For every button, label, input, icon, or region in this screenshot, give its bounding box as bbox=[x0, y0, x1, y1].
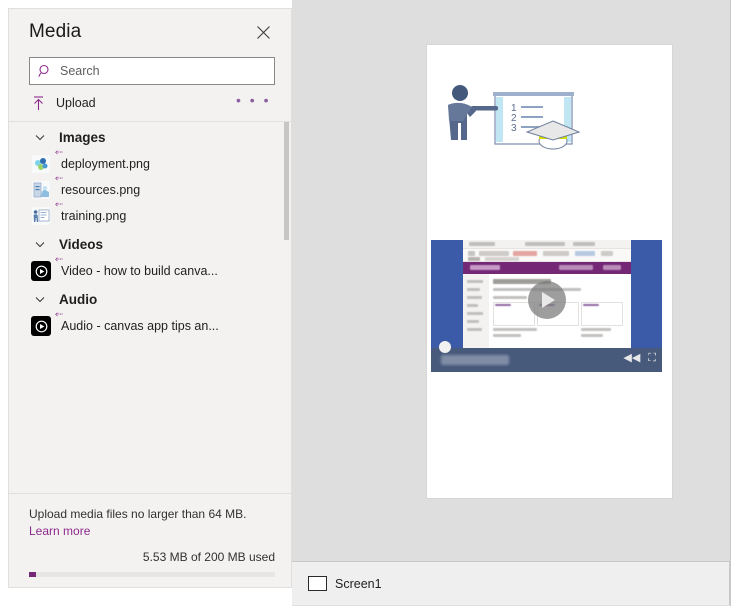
app-screen-canvas[interactable]: 1 2 3 bbox=[427, 45, 672, 498]
list-item[interactable]: ⤑ resources.png bbox=[9, 177, 291, 203]
search-input[interactable]: Search bbox=[29, 57, 275, 85]
app-root: 1 2 3 bbox=[0, 0, 731, 606]
screen-tab-screen1[interactable]: Screen1 bbox=[292, 562, 382, 605]
list-item-label: ⤑ Audio - canvas app tips an... bbox=[59, 319, 219, 333]
training-presenter-illustration[interactable]: 1 2 3 bbox=[443, 78, 587, 168]
group-title: Audio bbox=[59, 292, 97, 307]
list-item-text: training.png bbox=[61, 209, 126, 223]
rewind-icon[interactable]: ◀◀ bbox=[623, 353, 640, 364]
media-list[interactable]: Images ⤑ deployment.png bbox=[9, 122, 291, 493]
link-arrow-icon: ⤑ bbox=[55, 310, 63, 320]
list-item-label: ⤑ resources.png bbox=[59, 183, 140, 197]
link-arrow-icon: ⤑ bbox=[55, 174, 63, 184]
list-scrollbar[interactable] bbox=[284, 122, 290, 493]
upload-icon bbox=[31, 95, 46, 111]
chevron-down-icon bbox=[35, 133, 45, 143]
play-icon bbox=[542, 292, 555, 308]
close-button[interactable] bbox=[251, 20, 275, 44]
play-media-icon bbox=[31, 261, 51, 281]
more-options-icon[interactable]: • • • bbox=[232, 96, 275, 110]
list-item-text: Video - how to build canva... bbox=[61, 264, 218, 278]
chevron-down-icon bbox=[35, 240, 45, 250]
fullscreen-icon[interactable]: ⛶ bbox=[648, 353, 656, 364]
upload-button[interactable]: Upload bbox=[29, 93, 98, 113]
screen-tab-bar: Screen1 bbox=[292, 561, 730, 605]
video-player-preview[interactable]: ◀◀ ⛶ bbox=[431, 240, 662, 372]
list-item[interactable]: ⤑ deployment.png bbox=[9, 151, 291, 177]
link-arrow-icon: ⤑ bbox=[55, 200, 63, 210]
canvas-workspace: 1 2 3 bbox=[292, 0, 731, 606]
image-thumbnail-icon bbox=[31, 154, 51, 174]
search-icon bbox=[38, 64, 52, 78]
media-panel: Media Search bbox=[8, 8, 292, 588]
chevron-down-icon bbox=[35, 295, 45, 305]
storage-usage-fill bbox=[29, 572, 36, 577]
group-header-audio[interactable]: Audio bbox=[9, 284, 291, 313]
list-item-text: deployment.png bbox=[61, 157, 150, 171]
list-item[interactable]: ⤑ training.png bbox=[9, 203, 291, 229]
list-item-label: ⤑ training.png bbox=[59, 209, 126, 223]
play-media-icon bbox=[31, 316, 51, 336]
media-panel-footer: Upload media files no larger than 64 MB.… bbox=[9, 493, 291, 587]
panel-title: Media bbox=[29, 21, 81, 43]
link-arrow-icon: ⤑ bbox=[55, 148, 63, 158]
board-item-3: 3 bbox=[511, 123, 517, 134]
learn-more-link[interactable]: Learn more bbox=[29, 524, 90, 538]
play-button[interactable] bbox=[528, 281, 566, 319]
storage-usage-bar bbox=[29, 572, 275, 577]
image-thumbnail-icon bbox=[31, 206, 51, 226]
screen-tab-label: Screen1 bbox=[335, 577, 382, 591]
group-header-images[interactable]: Images bbox=[9, 122, 291, 151]
seek-handle[interactable] bbox=[439, 341, 451, 353]
illustration-svg: 1 2 3 bbox=[443, 78, 587, 168]
scrollbar-thumb[interactable] bbox=[284, 122, 289, 240]
group-title: Images bbox=[59, 130, 106, 145]
search-row: Search bbox=[9, 55, 291, 85]
media-toolbar: Upload • • • bbox=[9, 85, 291, 121]
image-thumbnail-icon bbox=[31, 180, 51, 200]
list-item[interactable]: ⤑ Audio - canvas app tips an... bbox=[9, 313, 291, 339]
upload-limit-note: Upload media files no larger than 64 MB. bbox=[29, 506, 275, 522]
close-icon bbox=[256, 25, 271, 40]
list-item-label: ⤑ Video - how to build canva... bbox=[59, 264, 218, 278]
video-time-label bbox=[441, 355, 509, 365]
group-title: Videos bbox=[59, 237, 103, 252]
media-panel-header: Media bbox=[9, 9, 291, 55]
search-placeholder: Search bbox=[60, 64, 100, 78]
list-item-label: ⤑ deployment.png bbox=[59, 157, 150, 171]
link-arrow-icon: ⤑ bbox=[55, 255, 63, 265]
list-item-text: Audio - canvas app tips an... bbox=[61, 319, 219, 333]
storage-usage-label: 5.53 MB of 200 MB used bbox=[29, 550, 275, 564]
thumb-left-nav bbox=[463, 274, 489, 348]
list-item[interactable]: ⤑ Video - how to build canva... bbox=[9, 258, 291, 284]
screen-rectangle-icon bbox=[308, 576, 327, 591]
group-header-videos[interactable]: Videos bbox=[9, 229, 291, 258]
list-item-text: resources.png bbox=[61, 183, 140, 197]
video-control-bar[interactable]: ◀◀ ⛶ bbox=[431, 348, 662, 372]
upload-label: Upload bbox=[56, 96, 96, 110]
